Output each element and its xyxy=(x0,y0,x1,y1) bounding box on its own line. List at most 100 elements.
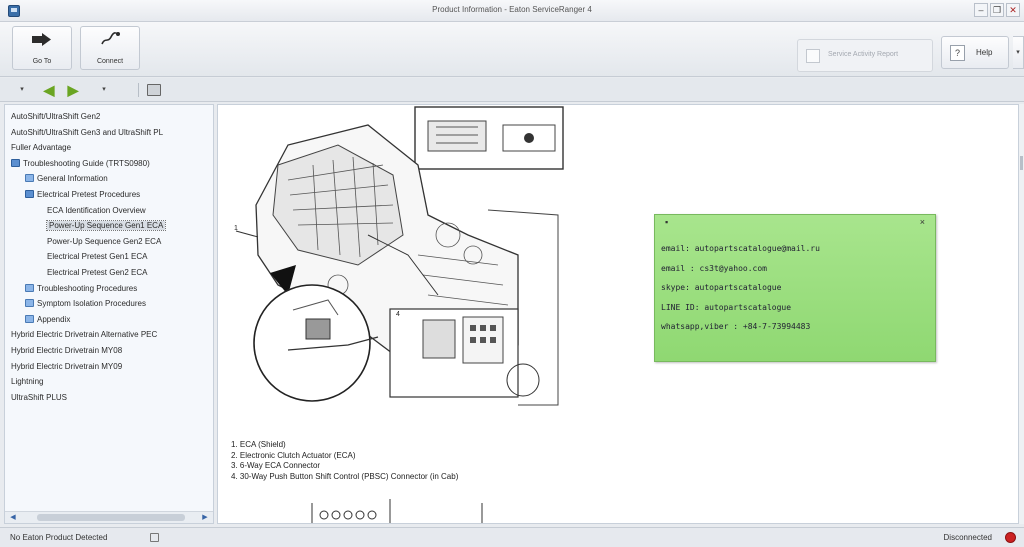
scroll-left-icon[interactable]: ◀ xyxy=(7,512,19,523)
tree-item-label: Hybrid Electric Drivetrain MY08 xyxy=(11,345,123,355)
tree-item-label: AutoShift/UltraShift Gen2 xyxy=(11,112,101,121)
navigation-tree-pane: AutoShift/UltraShift Gen2 AutoShift/Ultra… xyxy=(4,104,214,524)
back-arrow-icon[interactable]: ◀ xyxy=(42,83,56,97)
goto-button[interactable]: Go To xyxy=(12,26,72,70)
book-icon xyxy=(25,189,34,198)
tree-item-label: Symptom Isolation Procedures xyxy=(37,299,146,309)
service-activity-report-button[interactable]: Service Activity Report xyxy=(797,39,933,72)
window-controls: – ❐ ✕ xyxy=(974,3,1020,17)
scroll-right-icon[interactable]: ▶ xyxy=(199,512,211,523)
pin-icon[interactable]: ▪ xyxy=(665,217,668,227)
ribbon-toolbar: Go To Connect Service Activity Report xyxy=(0,22,1024,77)
tree-item[interactable]: Troubleshooting Guide (TRTS0980) xyxy=(5,156,213,172)
tree-item-label: AutoShift/UltraShift Gen3 and UltraShift… xyxy=(11,127,164,137)
tree-item-label: Electrical Pretest Gen2 ECA xyxy=(47,267,148,277)
tree-item-label: Appendix xyxy=(37,314,71,324)
callout-item: 3. 6-Way ECA Connector xyxy=(231,461,321,470)
report-icon xyxy=(806,49,820,63)
tree-item-label: Hybrid Electric Drivetrain MY09 xyxy=(11,361,123,371)
folder-icon xyxy=(25,283,34,292)
disconnected-icon xyxy=(1005,532,1016,543)
tree-item[interactable]: Lightning xyxy=(5,374,213,390)
minimize-button[interactable]: – xyxy=(974,3,988,17)
restore-button[interactable]: ❐ xyxy=(990,3,1004,17)
tree-item[interactable]: Electrical Pretest Gen1 ECA xyxy=(5,249,213,265)
status-bar: No Eaton Product Detected Disconnected xyxy=(0,527,1024,547)
product-status-text: No Eaton Product Detected xyxy=(10,533,108,542)
connect-label: Connect xyxy=(96,58,124,65)
tree-item-label: Hybrid Electric Drivetrain Alternative P… xyxy=(11,330,158,340)
tree-item-label: Lightning xyxy=(11,377,44,387)
tree-item[interactable]: Appendix xyxy=(5,312,213,328)
tree-item[interactable]: AutoShift/UltraShift Gen3 and UltraShift… xyxy=(5,125,213,141)
close-button[interactable]: ✕ xyxy=(1006,3,1020,17)
help-dropdown-button[interactable]: ▾ xyxy=(1013,36,1024,69)
tree-item[interactable]: Hybrid Electric Drivetrain MY08 xyxy=(5,343,213,359)
tree-item-label: Power-Up Sequence Gen2 ECA xyxy=(47,236,162,246)
tree-item-label: Troubleshooting Guide (TRTS0980) xyxy=(23,158,150,168)
note-line: email: autopartscatalogue@mail.ru xyxy=(661,244,820,253)
window-title: Product Information - Eaton ServiceRange… xyxy=(432,5,592,14)
folder-icon xyxy=(25,314,34,323)
tree-item[interactable]: Electrical Pretest Procedures xyxy=(5,187,213,203)
tree-item-label: Electrical Pretest Gen1 ECA xyxy=(47,252,148,262)
help-icon: ? xyxy=(950,45,965,61)
navigation-tree: AutoShift/UltraShift Gen2 AutoShift/Ultra… xyxy=(5,105,213,405)
figure-callout-number: 1 xyxy=(234,225,238,232)
document-vertical-scrollbar[interactable] xyxy=(1019,104,1024,524)
title-bar: Product Information - Eaton ServiceRange… xyxy=(0,0,1024,22)
inset-callout-number: 4 xyxy=(396,311,400,318)
tree-item[interactable]: Hybrid Electric Drivetrain Alternative P… xyxy=(5,327,213,343)
sticky-note[interactable]: ▪ × email: autopartscatalogue@mail.ru ema… xyxy=(654,214,936,362)
tree-item-label: ECA Identification Overview xyxy=(47,205,146,215)
scrollbar-thumb[interactable] xyxy=(37,514,185,521)
tree-item[interactable]: Power-Up Sequence Gen2 ECA xyxy=(5,234,213,250)
tree-item[interactable]: ECA Identification Overview xyxy=(5,203,213,219)
tree-item[interactable]: Fuller Advantage xyxy=(5,140,213,156)
note-line: LINE ID: autopartscatalogue xyxy=(661,302,792,312)
info-icon[interactable] xyxy=(150,533,159,542)
toolbar-divider xyxy=(138,83,139,97)
note-line: skype: autopartscatalogue xyxy=(661,283,782,292)
folder-icon xyxy=(25,174,34,183)
tree-item-label: General Information xyxy=(37,174,108,184)
tree-item[interactable]: Symptom Isolation Procedures xyxy=(5,296,213,312)
tree-item[interactable]: Troubleshooting Procedures xyxy=(5,281,213,297)
history-dropdown-icon[interactable]: ▾ xyxy=(16,83,28,97)
tree-item[interactable]: General Information xyxy=(5,171,213,187)
tree-item-label: Electrical Pretest Procedures xyxy=(37,189,141,199)
callout-item: 1. ECA (Shield) xyxy=(231,440,286,449)
note-line: email : cs3t@yahoo.com xyxy=(661,263,767,273)
help-label: Help xyxy=(976,48,993,57)
note-close-icon[interactable]: × xyxy=(920,217,925,227)
tree-item-label: Fuller Advantage xyxy=(11,143,72,153)
connect-button[interactable]: Connect xyxy=(80,26,140,70)
scrollbar-thumb[interactable] xyxy=(1020,156,1023,170)
tree-item[interactable]: Power-Up Sequence Gen1 ECA xyxy=(5,218,213,234)
goto-icon xyxy=(13,31,71,53)
tree-item-label: UltraShift PLUS xyxy=(11,392,68,402)
tree-item[interactable]: UltraShift PLUS xyxy=(5,390,213,406)
tree-item-label: Troubleshooting Procedures xyxy=(37,283,138,293)
tree-item[interactable]: Electrical Pretest Gen2 ECA xyxy=(5,265,213,281)
navigation-bar: ▾ ◀ ▶ ▾ xyxy=(0,78,1024,102)
connect-icon xyxy=(81,31,139,53)
help-button[interactable]: ? Help xyxy=(941,36,1009,69)
goto-label: Go To xyxy=(32,58,52,65)
callout-legend: 1. ECA (Shield) 2. Electronic Clutch Actu… xyxy=(231,440,458,482)
tree-item[interactable]: AutoShift/UltraShift Gen2 xyxy=(5,109,213,125)
print-icon[interactable] xyxy=(147,84,161,96)
book-icon xyxy=(11,158,20,167)
forward-dropdown-icon[interactable]: ▾ xyxy=(98,83,110,97)
note-header[interactable]: ▪ × xyxy=(655,215,935,231)
tree-horizontal-scrollbar[interactable]: ◀ ▶ xyxy=(5,511,213,523)
note-line: whatsapp,viber : +84-7-73994483 xyxy=(661,322,811,331)
connection-status-text: Disconnected xyxy=(943,533,992,542)
callout-item: 2. Electronic Clutch Actuator (ECA) xyxy=(231,450,356,460)
forward-arrow-icon[interactable]: ▶ xyxy=(66,83,80,97)
tree-item[interactable]: Hybrid Electric Drivetrain MY09 xyxy=(5,359,213,375)
tree-item-label: Power-Up Sequence Gen1 ECA xyxy=(45,220,167,232)
note-body: email: autopartscatalogue@mail.ru email :… xyxy=(655,231,935,337)
folder-icon xyxy=(25,299,34,308)
callout-item: 4. 30-Way Push Button Shift Control (PBS… xyxy=(231,471,459,481)
